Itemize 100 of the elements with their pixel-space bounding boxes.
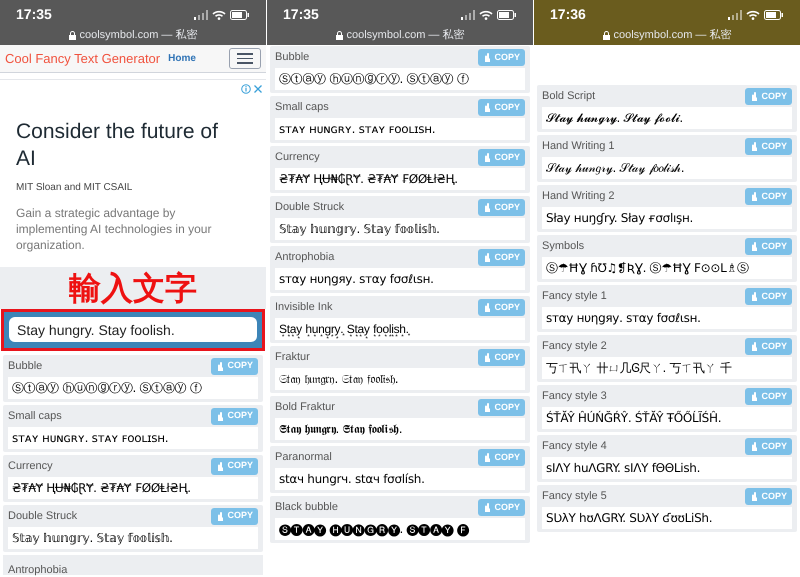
style-name: Fancy style 4 bbox=[542, 439, 607, 454]
style-name: Bold Script bbox=[542, 89, 596, 104]
style-name: Double Struck bbox=[275, 200, 344, 216]
hand-icon bbox=[750, 342, 758, 351]
hand-icon bbox=[483, 353, 492, 362]
copy-button[interactable]: COPY bbox=[211, 358, 258, 374]
styled-text: 𝔖𝔱𝔞𝔶 𝔥𝔲𝔫𝔤𝔯𝔶. 𝔖𝔱𝔞𝔶 𝔣𝔬𝔬𝔩𝔦𝔰𝔥. bbox=[275, 368, 525, 390]
style-name: Antrophobia bbox=[8, 564, 68, 576]
lock-icon bbox=[602, 30, 610, 40]
hand-icon bbox=[483, 103, 492, 112]
clock-time: 17:36 bbox=[550, 5, 586, 24]
info-icon[interactable] bbox=[241, 84, 251, 94]
copy-button[interactable]: COPY bbox=[211, 458, 258, 474]
style-name: Fraktur bbox=[275, 350, 310, 366]
lock-icon bbox=[68, 30, 76, 40]
hand-icon bbox=[483, 403, 492, 412]
style-name: Paranormal bbox=[275, 450, 332, 466]
copy-button[interactable]: COPY bbox=[478, 99, 525, 116]
wifi-icon bbox=[746, 10, 760, 20]
copy-button[interactable]: COPY bbox=[211, 508, 258, 524]
ad-sponsor: MIT Sloan and MIT CSAIL bbox=[16, 181, 134, 195]
wifi-icon bbox=[479, 10, 493, 20]
styled-text: ŚŤĂŶ ĤÚŃĞŔŶ. ŚŤĂŶ ŦŐŐĹĨŚĤ. bbox=[542, 407, 792, 429]
url-text[interactable]: coolsymbol.com — 私密 bbox=[614, 27, 732, 44]
menu-button[interactable] bbox=[229, 48, 261, 69]
hand-icon bbox=[483, 503, 492, 512]
battery-icon bbox=[497, 10, 517, 20]
style-name: Fancy style 1 bbox=[542, 289, 607, 304]
hand-icon bbox=[483, 303, 492, 312]
battery-icon bbox=[230, 10, 250, 20]
styled-text: Ⓢⓣⓐⓨ ⓗⓤⓝⓖⓡⓨ. Ⓢⓣⓐⓨ ⓕ bbox=[275, 68, 525, 90]
hand-icon bbox=[216, 512, 224, 520]
copy-button[interactable]: COPY bbox=[745, 388, 792, 405]
site-title[interactable]: Cool Fancy Text Generator bbox=[5, 48, 160, 68]
hand-icon bbox=[483, 203, 492, 212]
copy-button[interactable]: COPY bbox=[745, 238, 792, 255]
styled-text: 𝕊𝕥𝕒𝕪 𝕙𝕦𝕟𝕘𝕣𝕪. 𝕊𝕥𝕒𝕪 𝕗𝕠𝕠𝕝𝕚𝕤𝕙. bbox=[8, 526, 258, 548]
copy-button[interactable]: COPY bbox=[478, 149, 525, 166]
text-input[interactable]: Stay hungry. Stay foolish. bbox=[9, 317, 257, 342]
copy-button[interactable]: COPY bbox=[478, 249, 525, 266]
styled-text: ѕтαу нυηgяу. ѕтαу fσσℓιѕн. bbox=[542, 307, 792, 329]
hand-icon bbox=[750, 392, 758, 401]
style-name: Double Struck bbox=[8, 508, 78, 524]
hand-icon bbox=[216, 412, 224, 420]
hand-icon bbox=[750, 242, 758, 251]
style-name: Hand Writing 2 bbox=[542, 189, 615, 204]
hand-icon bbox=[483, 453, 492, 462]
copy-button[interactable]: COPY bbox=[745, 88, 792, 105]
styled-text: 丂ㄒ卂ㄚ 卄ㄩ几Ꮆ尺ㄚ. 丂ㄒ卂ㄚ 千 bbox=[542, 357, 792, 379]
copy-button[interactable]: COPY bbox=[211, 408, 258, 424]
hand-icon bbox=[216, 462, 224, 470]
styled-text: Ⓢ☂ĦƔ ɦƱ♫❡ƦƔ. Ⓢ☂ĦƔ F⊙⊙L♗Ⓢ bbox=[542, 257, 792, 279]
hand-icon bbox=[750, 292, 758, 301]
lock-icon bbox=[336, 30, 342, 40]
hand-icon bbox=[750, 92, 758, 101]
clock-time: 17:35 bbox=[16, 5, 52, 24]
signal-icon bbox=[194, 10, 208, 20]
styled-text: 𝓢𝓽𝓪𝔂 𝓱𝓾𝓷𝓰𝓻𝔂. 𝓢𝓽𝓪𝔂 𝓯𝓸𝓸𝓵𝓲. bbox=[542, 107, 792, 129]
close-icon[interactable] bbox=[253, 84, 263, 94]
styled-text: 𝒮𝓉𝒶𝓎 𝒽𝓊𝓃𝑔𝓇𝓎. 𝒮𝓉𝒶𝓎 𝒻𝑜𝑜𝓁𝒾𝓈𝒽. bbox=[542, 157, 792, 179]
copy-button[interactable]: COPY bbox=[745, 488, 792, 505]
copy-button[interactable]: COPY bbox=[478, 399, 525, 416]
annotation-text: 輸入文字 bbox=[69, 269, 197, 307]
copy-button[interactable]: COPY bbox=[745, 188, 792, 205]
url-text[interactable]: coolsymbol.com — 私密 bbox=[346, 27, 464, 44]
copy-button[interactable]: COPY bbox=[478, 49, 525, 66]
style-name: Bold Fraktur bbox=[275, 400, 335, 416]
signal-icon bbox=[461, 10, 475, 20]
ad-heading[interactable]: Consider the future of AI bbox=[16, 118, 250, 172]
style-name: Invisible Ink bbox=[275, 300, 332, 316]
copy-button[interactable]: COPY bbox=[478, 449, 525, 466]
copy-button[interactable]: COPY bbox=[478, 199, 525, 216]
copy-button[interactable]: COPY bbox=[745, 138, 792, 155]
clock-time: 17:35 bbox=[283, 5, 319, 24]
styled-text: S͙t͙a͙y͙ h͙u͙n͙g͙r͙y͙.͙ S͙t͙a͙y͙ f͙o͙o͙l͙i͙s͙h͙.͙ bbox=[275, 318, 525, 340]
copy-button[interactable]: COPY bbox=[478, 349, 525, 366]
styled-text: sIΛY huΛGRY. sIΛY fΘΘLish. bbox=[542, 457, 792, 479]
copy-button[interactable]: COPY bbox=[478, 299, 525, 316]
styled-text: ꜱᴛᴀʏ ʜᴜɴɢʀʏ. ꜱᴛᴀʏ ꜰᴏᴏʟɪꜱʜ. bbox=[275, 118, 525, 140]
styled-text: ₴₮₳Ɏ ⱧɄ₦₲ⱤɎ. ₴₮₳Ɏ ₣ØØⱠł₴Ⱨ. bbox=[8, 476, 258, 498]
style-name: Fancy style 3 bbox=[542, 389, 607, 404]
url-text[interactable]: coolsymbol.com — 私密 bbox=[80, 27, 198, 44]
style-name: Small caps bbox=[275, 100, 329, 116]
style-name: Hand Writing 1 bbox=[542, 139, 615, 154]
styled-text: Słay ʜuŋɠry. Słay ғσσlışʜ. bbox=[542, 207, 792, 229]
hand-icon bbox=[750, 442, 758, 451]
copy-button[interactable]: COPY bbox=[478, 499, 525, 516]
style-name: Black bubble bbox=[275, 500, 338, 516]
copy-button[interactable]: COPY bbox=[745, 338, 792, 355]
style-name: Bubble bbox=[275, 50, 310, 66]
home-link[interactable]: Home bbox=[168, 51, 196, 66]
style-name: Small caps bbox=[8, 408, 62, 424]
styled-text: 𝕊𝕥𝕒𝕪 𝕙𝕦𝕟𝕘𝕣𝕪. 𝕊𝕥𝕒𝕪 𝕗𝕠𝕠𝕝𝕚𝕤𝕙. bbox=[275, 218, 525, 240]
style-name: Bubble bbox=[8, 358, 42, 374]
styled-text: ꜱᴛᴀʏ ʜᴜɴɢʀʏ. ꜱᴛᴀʏ ꜰᴏᴏʟɪꜱʜ. bbox=[8, 426, 258, 448]
copy-button[interactable]: COPY bbox=[745, 438, 792, 455]
hand-icon bbox=[750, 142, 758, 151]
hand-icon bbox=[483, 53, 492, 62]
style-name: Currency bbox=[8, 458, 53, 474]
copy-button[interactable]: COPY bbox=[745, 288, 792, 305]
